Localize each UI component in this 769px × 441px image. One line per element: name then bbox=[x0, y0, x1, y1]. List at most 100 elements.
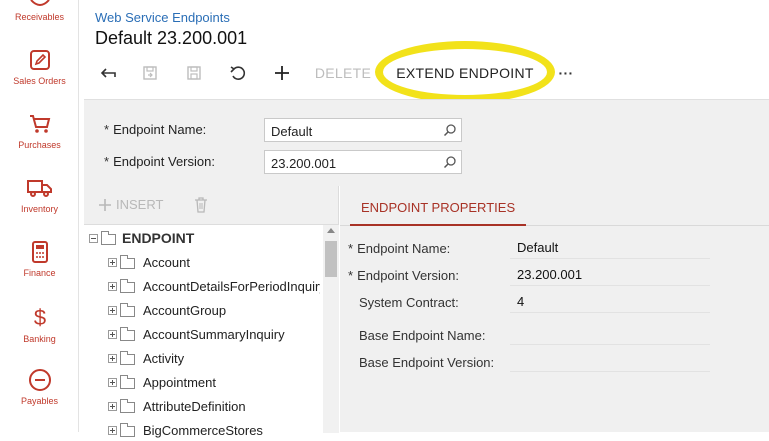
sidebar-item-payables[interactable]: Payables bbox=[0, 368, 79, 406]
endpoint-version-field[interactable]: 23.200.001 bbox=[264, 150, 462, 174]
property-value[interactable] bbox=[510, 350, 710, 372]
tree-item-label: AccountGroup bbox=[143, 303, 227, 318]
scroll-thumb[interactable] bbox=[325, 241, 337, 277]
cancel-button[interactable] bbox=[227, 60, 249, 86]
svg-text:$: $ bbox=[33, 305, 45, 330]
save-icon bbox=[187, 66, 201, 80]
endpoint-name-field[interactable]: Default bbox=[264, 118, 462, 142]
property-label: * Endpoint Version: bbox=[348, 268, 459, 283]
back-arrow-icon bbox=[100, 68, 116, 78]
required-marker: * bbox=[104, 122, 110, 137]
delete-button[interactable]: DELETE bbox=[311, 60, 375, 86]
plus-icon bbox=[99, 198, 111, 211]
folder-icon bbox=[120, 255, 135, 269]
expand-icon[interactable] bbox=[108, 354, 117, 363]
insert-button[interactable]: INSERT bbox=[98, 197, 163, 212]
breadcrumb[interactable]: Web Service Endpoints bbox=[95, 10, 230, 25]
sidebar-item-purchases[interactable]: Purchases bbox=[0, 112, 79, 150]
search-icon[interactable] bbox=[443, 155, 457, 169]
undo-button[interactable] bbox=[97, 60, 119, 86]
cart-icon bbox=[29, 115, 50, 133]
tab-endpoint-properties[interactable]: ENDPOINT PROPERTIES bbox=[350, 186, 527, 226]
expand-icon[interactable] bbox=[108, 330, 117, 339]
sidebar-item-label: Inventory bbox=[20, 204, 59, 214]
sales-orders-icon bbox=[29, 50, 50, 70]
property-label: * Endpoint Name: bbox=[348, 241, 450, 256]
expand-icon[interactable] bbox=[108, 402, 117, 411]
search-icon[interactable] bbox=[443, 123, 457, 137]
tree-item[interactable]: AccountSummaryInquiry bbox=[84, 323, 320, 345]
required-marker: * bbox=[348, 268, 354, 283]
endpoint-name-label: * Endpoint Name: bbox=[104, 122, 206, 137]
trash-icon bbox=[195, 197, 207, 213]
tree-toolbar: INSERT bbox=[84, 186, 339, 224]
insert-label: INSERT bbox=[116, 197, 164, 212]
tab-bar: ENDPOINT PROPERTIES bbox=[340, 186, 769, 226]
sidebar-item-finance[interactable]: Finance bbox=[0, 240, 79, 278]
expand-icon[interactable] bbox=[108, 282, 117, 291]
folder-icon bbox=[120, 303, 135, 317]
page-title: Default 23.200.001 bbox=[95, 28, 248, 48]
property-label: System Contract: bbox=[359, 295, 459, 310]
sidebar: Receivables Sales Orders Purchases Inven… bbox=[0, 0, 79, 432]
tree-root-label: ENDPOINT bbox=[122, 230, 195, 246]
more-menu-button[interactable]: ··· bbox=[555, 60, 577, 86]
endpoint-name-value: Default bbox=[271, 124, 313, 139]
property-value[interactable]: 4 bbox=[510, 291, 710, 313]
collapse-icon[interactable] bbox=[89, 234, 98, 243]
truck-icon bbox=[26, 180, 52, 197]
summary-form: * Endpoint Name: Default * Endpoint Versio… bbox=[84, 99, 769, 186]
main-content: Web Service Endpoints Default 23.200.001 bbox=[79, 0, 769, 438]
property-value[interactable]: Default bbox=[510, 237, 710, 259]
folder-icon bbox=[120, 351, 135, 365]
tree-item[interactable]: AttributeDefinition bbox=[84, 395, 320, 417]
endpoint-name-label-text: Endpoint Name: bbox=[113, 122, 207, 137]
tree-item-label: Activity bbox=[143, 351, 185, 366]
sidebar-item-sales-orders[interactable]: Sales Orders bbox=[0, 48, 79, 86]
tree-view: ENDPOINT Account AccountDetailsForPeriod… bbox=[84, 224, 339, 438]
tree-item[interactable]: AccountDetailsForPeriodInquiry bbox=[84, 275, 320, 297]
plus-icon bbox=[275, 66, 289, 80]
tree-item[interactable]: Appointment bbox=[84, 371, 320, 393]
tree-item-label: Account bbox=[143, 255, 190, 270]
folder-icon bbox=[120, 279, 135, 293]
tree-item[interactable]: Activity bbox=[84, 347, 320, 369]
tree-root[interactable]: ENDPOINT bbox=[84, 227, 320, 249]
endpoint-version-label: * Endpoint Version: bbox=[104, 154, 215, 169]
save-close-button[interactable] bbox=[139, 60, 161, 86]
sidebar-item-inventory[interactable]: Inventory bbox=[0, 176, 79, 214]
delete-row-button[interactable] bbox=[194, 197, 208, 218]
minus-circle-icon bbox=[28, 369, 51, 391]
tree-panel: INSERT ENDPOINT Account AccountDetailsFo… bbox=[84, 186, 339, 438]
tree-scrollbar[interactable] bbox=[323, 225, 339, 433]
sidebar-item-label: Purchases bbox=[18, 140, 61, 150]
property-label: Base Endpoint Version: bbox=[359, 355, 495, 370]
tree-item[interactable]: AccountGroup bbox=[84, 299, 320, 321]
tree-item[interactable]: Account bbox=[84, 251, 320, 273]
required-marker: * bbox=[348, 241, 354, 256]
sidebar-item-banking[interactable]: $ Banking bbox=[0, 304, 79, 344]
receivables-icon bbox=[29, 0, 50, 6]
folder-icon bbox=[101, 231, 116, 245]
property-label-text: Endpoint Name: bbox=[357, 241, 451, 256]
property-value[interactable] bbox=[510, 323, 710, 345]
property-label-text: Endpoint Version: bbox=[357, 268, 459, 283]
expand-icon[interactable] bbox=[108, 306, 117, 315]
endpoint-version-value: 23.200.001 bbox=[271, 156, 337, 171]
dollar-icon: $ bbox=[33, 305, 45, 330]
sidebar-item-receivables[interactable]: Receivables bbox=[0, 0, 79, 22]
highlight-annotation bbox=[375, 41, 555, 103]
scroll-up-icon[interactable] bbox=[327, 228, 335, 233]
tree-item[interactable]: BigCommerceStores bbox=[84, 419, 320, 441]
add-button[interactable] bbox=[271, 60, 293, 86]
property-label: Base Endpoint Name: bbox=[359, 328, 486, 343]
tree-item-label: Appointment bbox=[143, 375, 216, 390]
property-value[interactable]: 23.200.001 bbox=[510, 264, 710, 286]
expand-icon[interactable] bbox=[108, 378, 117, 387]
tree-item-label: BigCommerceStores bbox=[143, 423, 263, 438]
endpoint-version-label-text: Endpoint Version: bbox=[113, 154, 215, 169]
tree-item-label: AttributeDefinition bbox=[143, 399, 246, 414]
save-button[interactable] bbox=[183, 60, 205, 86]
expand-icon[interactable] bbox=[108, 258, 117, 267]
expand-icon[interactable] bbox=[108, 426, 117, 435]
